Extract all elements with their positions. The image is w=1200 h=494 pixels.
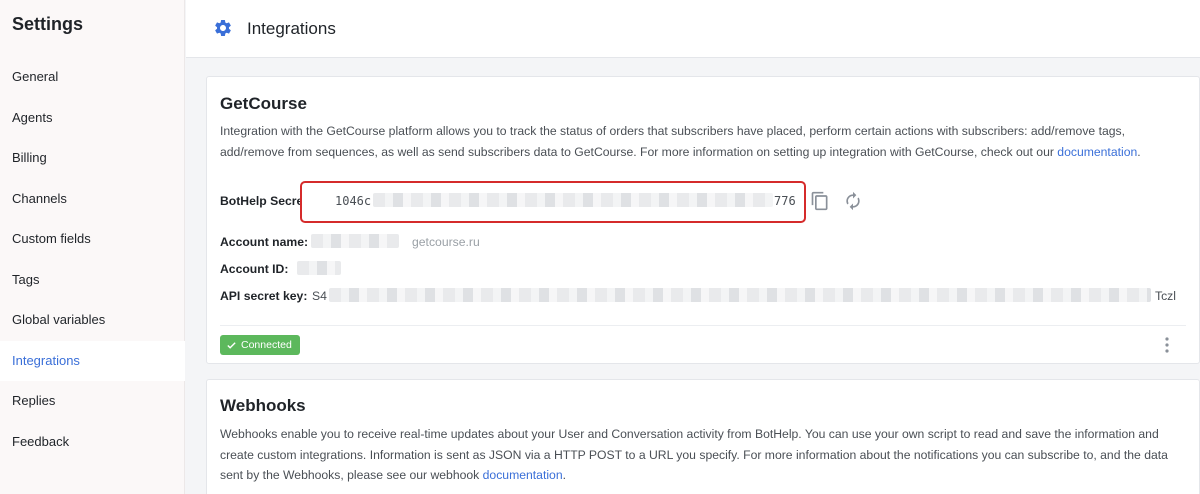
secret-key-prefix: 1046c [335, 194, 372, 208]
getcourse-card: GetCourse Integration with the GetCourse… [206, 76, 1200, 364]
api-secret-suffix: Tczl [1155, 289, 1176, 303]
copy-icon[interactable] [810, 191, 830, 211]
page-title: Integrations [247, 19, 336, 38]
gear-icon [215, 19, 231, 36]
webhooks-description: Webhooks enable you to receive real-time… [220, 424, 1180, 486]
sidebar-item-channels[interactable]: Channels [0, 179, 185, 220]
sidebar-item-global-variables[interactable]: Global variables [0, 300, 185, 341]
settings-sidebar: Settings General Agents Billing Channels… [0, 0, 185, 494]
status-badge: Connected [220, 335, 300, 355]
status-badge-label: Connected [241, 339, 292, 351]
webhooks-documentation-link[interactable]: documentation [483, 468, 563, 482]
sidebar-item-integrations[interactable]: Integrations [0, 340, 185, 381]
card-divider [220, 325, 1186, 326]
getcourse-description-end: . [1137, 144, 1141, 159]
getcourse-title: GetCourse [220, 94, 307, 113]
secret-key-suffix: 776 [774, 194, 796, 208]
sidebar-item-general[interactable]: General [0, 57, 185, 98]
api-secret-prefix: S4 [312, 289, 327, 303]
webhooks-title: Webhooks [220, 396, 306, 415]
page-header: Integrations [186, 0, 1200, 58]
account-name-domain: getcourse.ru [412, 235, 480, 249]
account-id-redacted [297, 261, 341, 275]
sidebar-item-tags[interactable]: Tags [0, 260, 185, 301]
api-secret-key-label: API secret key: [220, 289, 308, 303]
account-id-label: Account ID: [220, 262, 289, 276]
webhooks-description-end: . [562, 468, 566, 482]
secret-key-redacted [373, 193, 773, 207]
webhooks-description-text: Webhooks enable you to receive real-time… [220, 427, 1168, 482]
api-secret-redacted [329, 288, 1151, 302]
getcourse-description: Integration with the GetCourse platform … [220, 121, 1180, 162]
main-content: Integrations GetCourse Integration with … [186, 0, 1200, 494]
webhooks-card: Webhooks Webhooks enable you to receive … [206, 379, 1200, 494]
sidebar-item-replies[interactable]: Replies [0, 381, 185, 422]
more-options-icon[interactable] [1159, 336, 1175, 354]
refresh-icon[interactable] [843, 191, 863, 211]
check-icon [227, 341, 236, 349]
sidebar-item-feedback[interactable]: Feedback [0, 422, 185, 463]
account-name-label: Account name: [220, 235, 309, 249]
sidebar-title: Settings [12, 14, 84, 34]
sidebar-nav: General Agents Billing Channels Custom f… [0, 57, 185, 462]
sidebar-item-custom-fields[interactable]: Custom fields [0, 219, 185, 260]
getcourse-documentation-link[interactable]: documentation [1057, 145, 1137, 159]
sidebar-item-billing[interactable]: Billing [0, 138, 185, 179]
getcourse-description-text: Integration with the GetCourse platform … [220, 124, 1126, 159]
account-name-redacted [311, 234, 399, 248]
sidebar-item-agents[interactable]: Agents [0, 98, 185, 139]
